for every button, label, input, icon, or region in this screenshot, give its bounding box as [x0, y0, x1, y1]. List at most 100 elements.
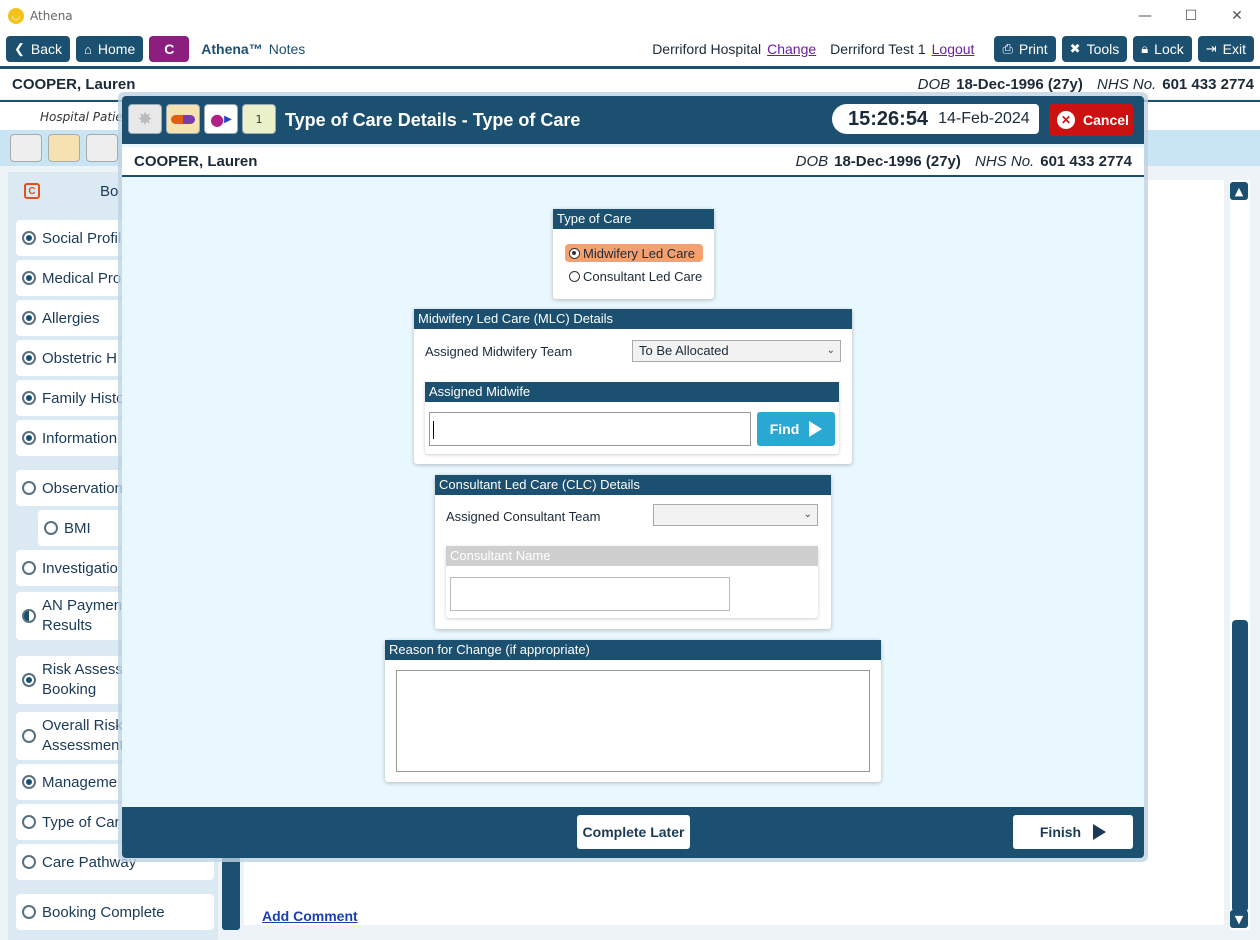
radio-unselected-icon — [569, 270, 580, 282]
find-midwife-button[interactable]: Find — [757, 412, 835, 446]
c-button[interactable]: C — [149, 36, 190, 62]
window-titlebar: ◡ Athena — ☐ ✕ — [0, 0, 1260, 32]
status-radio-icon — [22, 673, 36, 687]
status-radio-icon — [22, 855, 36, 869]
dob-value: 18-Dec-1996 (27y) — [956, 76, 1083, 93]
scroll-down-icon[interactable]: ▼ — [1230, 910, 1248, 928]
exit-icon: ⇥ — [1205, 41, 1217, 56]
status-radio-icon — [22, 311, 36, 325]
status-radio-icon — [22, 431, 36, 445]
chevron-left-icon: ❮ — [14, 41, 25, 56]
home-button[interactable]: ⌂ Home — [76, 36, 144, 62]
lock-icon: 🔒︎ — [1141, 41, 1149, 56]
badge-icon[interactable] — [10, 134, 42, 162]
assigned-midwife-input[interactable] — [429, 412, 751, 446]
hospital-patient-label: Hospital Patie — [40, 110, 123, 124]
status-radio-icon — [22, 729, 36, 743]
play-arrow-icon — [1093, 824, 1107, 840]
clc-header: Consultant Led Care (CLC) Details — [435, 475, 831, 495]
reason-textarea[interactable] — [396, 670, 870, 772]
hospital-name: Derriford Hospital — [652, 41, 762, 57]
status-radio-icon — [22, 351, 36, 365]
calendar-icon[interactable]: 1 — [242, 104, 276, 134]
clock-date: 14-Feb-2024 — [938, 110, 1030, 127]
play-arrow-icon — [809, 421, 823, 437]
main-scrollbar-thumb[interactable] — [1232, 620, 1248, 912]
nhs-label: NHS No. — [1097, 76, 1157, 93]
tools-icon: ✖ — [1069, 41, 1081, 56]
finish-button[interactable]: Finish — [1013, 815, 1133, 849]
type-of-care-panel: Type of Care Midwifery Led Care Consulta… — [553, 209, 714, 299]
status-radio-icon — [22, 609, 36, 623]
medication-icon[interactable] — [166, 104, 200, 134]
status-radio-icon — [22, 561, 36, 575]
status-radio-icon — [22, 815, 36, 829]
dob-value: 18-Dec-1996 (27y) — [834, 153, 961, 170]
close-window-button[interactable]: ✕ — [1214, 0, 1260, 32]
consultant-team-label: Assigned Consultant Team — [446, 509, 601, 524]
consultant-name-panel: Consultant Name — [446, 546, 818, 618]
add-comment-link[interactable]: Add Comment — [262, 908, 358, 924]
status-radio-icon — [22, 905, 36, 919]
minimize-button[interactable]: — — [1122, 0, 1168, 32]
lock-button[interactable]: 🔒︎ Lock — [1133, 36, 1192, 62]
badge-icon[interactable]: ✸ — [128, 104, 162, 134]
clc-details-panel: Consultant Led Care (CLC) Details Assign… — [435, 475, 831, 629]
maximize-button[interactable]: ☐ — [1168, 0, 1214, 32]
patient-icon[interactable] — [86, 134, 118, 162]
complete-later-button[interactable]: Complete Later — [577, 815, 690, 849]
status-radio-icon — [22, 775, 36, 789]
clock-time: 15:26:54 — [848, 107, 929, 130]
dialog-header: ✸ ● ▶ 1 Type of Care Details - Type of Ca… — [122, 96, 1144, 144]
brand-name: Athena™ — [201, 41, 263, 57]
cancel-button[interactable]: ✕ Cancel — [1049, 104, 1133, 136]
tools-button[interactable]: ✖ Tools — [1061, 36, 1128, 62]
mlc-header: Midwifery Led Care (MLC) Details — [414, 309, 852, 329]
home-icon: ⌂ — [84, 41, 92, 57]
dialog-title: Type of Care Details - Type of Care — [285, 110, 581, 130]
close-icon: ✕ — [1057, 111, 1075, 129]
reason-header: Reason for Change (if appropriate) — [385, 640, 881, 660]
status-radio-icon — [22, 481, 36, 495]
nhs-label: NHS No. — [975, 153, 1035, 170]
midwifery-team-label: Assigned Midwifery Team — [425, 344, 573, 359]
dob-label: DOB — [917, 76, 951, 93]
status-radio-icon — [22, 391, 36, 405]
midwifery-team-select[interactable]: To Be Allocated ⌄ — [632, 340, 841, 362]
chevron-down-icon: ⌄ — [803, 509, 812, 520]
patient-icon[interactable]: ● ▶ — [204, 104, 238, 134]
change-hospital-link[interactable]: Change — [767, 41, 816, 57]
status-radio-icon — [44, 521, 58, 535]
midwifery-led-care-option[interactable]: Midwifery Led Care — [565, 244, 703, 262]
window-title: Athena — [30, 9, 73, 23]
consultant-name-input[interactable] — [450, 577, 730, 611]
printer-icon: ⎙ — [1002, 41, 1013, 56]
type-of-care-dialog: ✸ ● ▶ 1 Type of Care Details - Type of Ca… — [122, 96, 1144, 858]
c-logo-icon: C — [24, 183, 40, 199]
main-toolbar: ❮ Back ⌂ Home C Athena™ Notes Derriford Ho… — [0, 32, 1260, 66]
medication-icon[interactable] — [48, 134, 80, 162]
status-radio-icon — [22, 231, 36, 245]
mlc-details-panel: Midwifery Led Care (MLC) Details Assigne… — [414, 309, 852, 464]
status-radio-icon — [22, 271, 36, 285]
patient-name: COOPER, Lauren — [134, 153, 258, 170]
user-name: Derriford Test 1 — [830, 41, 926, 57]
athena-logo-icon: ◡ — [8, 8, 24, 24]
exit-button[interactable]: ⇥ Exit — [1197, 36, 1254, 62]
logout-link[interactable]: Logout — [932, 41, 975, 57]
back-button[interactable]: ❮ Back — [6, 36, 71, 62]
assigned-midwife-header: Assigned Midwife — [425, 382, 839, 402]
consultant-led-care-option[interactable]: Consultant Led Care — [565, 267, 710, 285]
assigned-midwife-panel: Assigned Midwife Find — [425, 382, 839, 454]
sidebar-item-booking-complete[interactable]: Booking Complete — [16, 894, 214, 930]
consultant-team-select[interactable]: ⌄ — [653, 504, 818, 526]
chevron-down-icon: ⌄ — [826, 345, 835, 356]
patient-name: COOPER, Lauren — [12, 76, 136, 93]
nhs-value: 601 433 2774 — [1040, 153, 1132, 170]
brand-sub: Notes — [268, 41, 306, 57]
dialog-footer: Complete Later Finish — [122, 807, 1144, 858]
print-button[interactable]: ⎙ Print — [994, 36, 1056, 62]
scroll-up-icon[interactable]: ▲ — [1230, 182, 1248, 200]
consultant-name-header: Consultant Name — [446, 546, 818, 566]
clock-display: 15:26:54 14-Feb-2024 — [832, 104, 1039, 134]
